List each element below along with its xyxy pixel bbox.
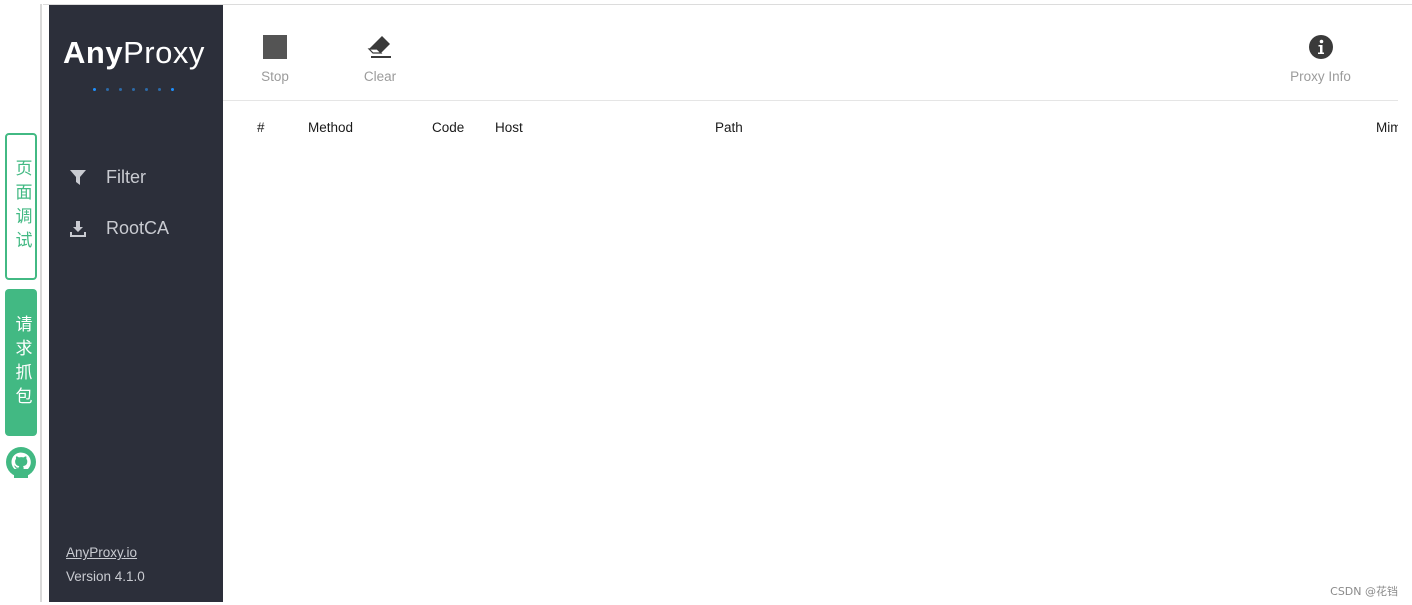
version-text: Version 4.1.0 — [66, 569, 145, 584]
column-path[interactable]: Path — [715, 120, 743, 135]
info-icon — [1308, 35, 1333, 59]
logo-light: Proxy — [123, 35, 205, 70]
page-debug-tab[interactable]: 页面调试 — [5, 133, 37, 280]
request-capture-tab[interactable]: 请求抓包 — [5, 289, 37, 436]
anyproxy-logo: AnyProxy — [63, 35, 205, 71]
logo-bold: Any — [63, 35, 124, 70]
column-index[interactable]: # — [257, 120, 265, 135]
sidebar-item-rootca-label: RootCA — [106, 218, 170, 238]
page-debug-tab-label: 页面调试 — [11, 158, 32, 255]
sidebar: AnyProxy Filter RootCA AnyProxy.io Versi… — [49, 5, 223, 602]
proxy-info-button[interactable]: Proxy Info — [1283, 5, 1358, 84]
sidebar-item-filter[interactable]: Filter — [69, 167, 146, 188]
logo-dots — [93, 88, 174, 91]
download-icon — [70, 220, 86, 237]
column-code[interactable]: Code — [432, 120, 464, 135]
column-mime[interactable]: Mime — [1376, 120, 1398, 135]
stop-button[interactable]: Stop — [252, 5, 298, 84]
clear-button[interactable]: Clear — [355, 5, 405, 84]
request-capture-tab-label: 请求抓包 — [11, 314, 32, 411]
clear-label: Clear — [363, 69, 397, 84]
eraser-icon — [367, 36, 391, 58]
toolbar: Stop Clear Proxy Info — [223, 5, 1398, 101]
request-table-header: # Method Code Host Path Mime — [223, 118, 1398, 140]
filter-icon — [70, 169, 86, 185]
sidebar-item-filter-label: Filter — [106, 167, 146, 187]
rail-divider — [40, 4, 42, 602]
left-rail: 页面调试 请求抓包 — [0, 0, 43, 605]
stop-icon — [263, 35, 287, 59]
watermark: CSDN @花铛 — [1330, 585, 1398, 598]
proxy-info-label: Proxy Info — [1290, 69, 1351, 84]
column-host[interactable]: Host — [495, 120, 523, 135]
stop-label: Stop — [261, 69, 289, 84]
column-method[interactable]: Method — [308, 120, 353, 135]
github-icon[interactable] — [5, 446, 37, 478]
anyproxy-link[interactable]: AnyProxy.io — [66, 545, 137, 560]
sidebar-item-rootca[interactable]: RootCA — [69, 218, 169, 239]
